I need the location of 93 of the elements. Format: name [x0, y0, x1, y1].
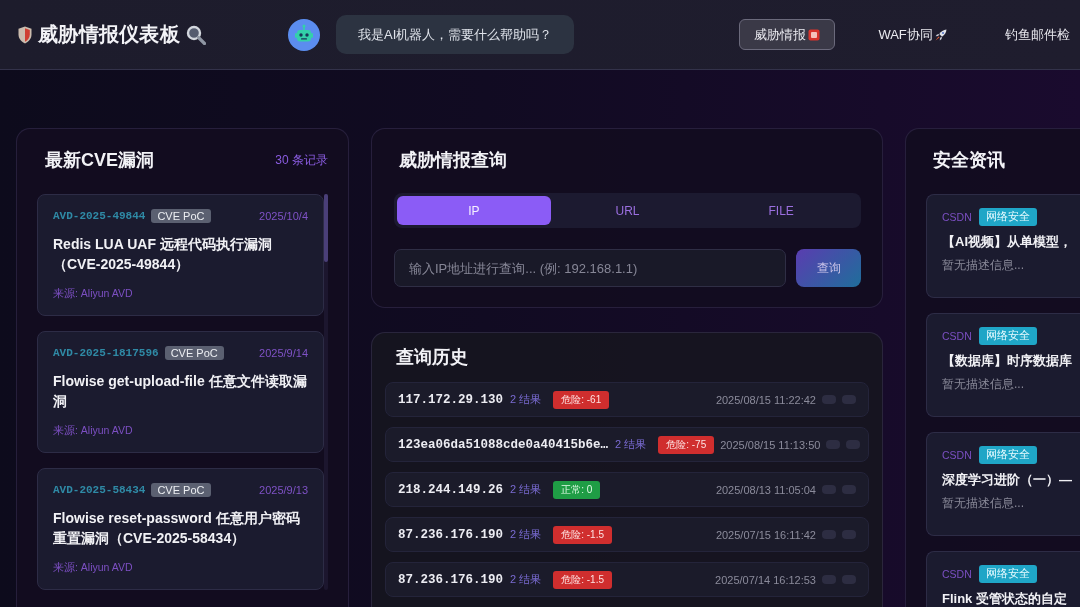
history-row[interactable]: 117.172.29.130 2 结果 危险: -61 2025/08/15 11:22:42 — [385, 382, 869, 417]
search-field[interactable]: 输入IP地址进行查询... (例: 192.168.1.1) — [394, 249, 786, 287]
cve-source: 来源: Aliyun AVD — [53, 424, 134, 438]
query-tab[interactable]: URL — [550, 196, 705, 225]
row-action-button[interactable] — [846, 440, 861, 449]
news-card[interactable]: CSDN 网络安全 【AI视频】从单模型， 暂无描述信息... — [926, 194, 1080, 298]
row-action-button[interactable] — [822, 530, 836, 539]
query-time: 2025/08/13 11:05:04 — [714, 483, 816, 496]
row-action-button[interactable] — [826, 440, 841, 449]
alert-tile-icon — [808, 28, 821, 41]
dashboard-title: 威胁情报仪表板 — [38, 22, 181, 47]
query-time: 2025/08/15 11:22:42 — [714, 393, 816, 406]
news-card[interactable]: CSDN 网络安全 【数据库】时序数据库 暂无描述信息... — [926, 313, 1080, 417]
news-card[interactable]: CSDN 网络安全 深度学习进阶（一）— 暂无描述信息... — [926, 432, 1080, 536]
panel-title: 最新CVE漏洞 — [45, 149, 154, 172]
risk-tag: 危险: -75 — [658, 435, 715, 454]
cve-id: AVD-2025-58434 — [53, 483, 146, 496]
news-title: 【数据库】时序数据库 — [942, 352, 1073, 370]
result-count: 2 结果 — [615, 437, 647, 452]
row-action-button[interactable] — [842, 575, 856, 584]
history-row[interactable]: 87.236.176.190 2 结果 危险: -1.5 2025/07/15 16:11:42 — [385, 517, 869, 552]
category-tag: 网络安全 — [978, 327, 1037, 345]
risk-tag: 正常: 0 — [553, 480, 601, 499]
category-tag: 网络安全 — [978, 446, 1037, 464]
query-tab[interactable]: IP — [397, 196, 551, 225]
cve-card[interactable]: AVD-2025-49844 CVE PoC 2025/10/4 Redis LUA UAF 远程代码执行漏洞（CVE-2025-49844） 来源: Aliyun AVD — [37, 194, 324, 316]
risk-tag: 危险: -61 — [553, 390, 610, 409]
history-row[interactable]: 123ea06da51088cde0a40415b6e… 2 结果 危险: -75 2025/08/15 11:13:50 — [385, 427, 869, 462]
query-time: 2025/07/14 16:12:53 — [714, 573, 816, 586]
nav-tab[interactable]: WAF协同 — [863, 19, 962, 50]
news-title: Flink 受管状态的自定 — [942, 590, 1068, 607]
risk-tag: 危险: -1.5 — [553, 570, 612, 589]
robot-avatar-icon[interactable] — [288, 18, 321, 51]
scrollbar-thumb[interactable] — [324, 194, 328, 262]
history-row[interactable]: 218.244.149.26 2 结果 正常: 0 2025/08/13 11:05:04 — [385, 472, 869, 507]
result-count: 2 结果 — [510, 392, 542, 407]
news-description: 暂无描述信息... — [942, 376, 1025, 392]
news-source: CSDN — [942, 330, 972, 342]
result-count: 2 结果 — [510, 572, 542, 587]
news-description: 暂无描述信息... — [942, 257, 1025, 273]
panel-title: 安全资讯 — [933, 149, 1006, 171]
poc-tag: CVE PoC — [151, 482, 211, 497]
cve-id: AVD-2025-1817596 — [53, 346, 159, 359]
history-row[interactable]: 87.236.176.190 2 结果 危险: -1.5 2025/07/14 16:12:53 — [385, 562, 869, 597]
nav-tab[interactable]: 威胁情报 — [739, 19, 836, 50]
poc-tag: CVE PoC — [151, 208, 211, 223]
row-action-button[interactable] — [822, 575, 836, 584]
news-card[interactable]: CSDN 网络安全 Flink 受管状态的自定 — [926, 551, 1080, 607]
category-tag: 网络安全 — [978, 565, 1037, 583]
panel-title: 查询历史 — [396, 347, 469, 367]
cve-card[interactable]: AVD-2025-58434 CVE PoC 2025/9/13 Flowise reset-password 任意用户密码重置漏洞（CVE-2025-58434） 来源: Aliyun AVD — [37, 468, 324, 590]
cve-id: AVD-2025-49844 — [53, 209, 146, 222]
poc-tag: CVE PoC — [164, 345, 224, 360]
query-time: 2025/07/15 16:11:42 — [714, 528, 816, 541]
shield-icon — [18, 25, 32, 44]
query-value: 218.244.149.26 — [398, 482, 504, 497]
row-action-button[interactable] — [842, 530, 856, 539]
query-value: 87.236.176.190 — [398, 572, 504, 587]
cve-date: 2025/9/14 — [259, 346, 308, 359]
rocket-icon — [934, 28, 947, 41]
chat-bubble: 我是AI机器人，需要什么帮助吗？ — [336, 15, 575, 54]
category-tag: 网络安全 — [978, 208, 1037, 226]
row-action-button[interactable] — [822, 395, 836, 404]
news-source: CSDN — [942, 568, 972, 580]
query-value: 117.172.29.130 — [398, 392, 504, 407]
query-button[interactable]: 查询 — [796, 249, 861, 287]
panel-title: 威胁情报查询 — [399, 149, 508, 171]
nav-tab[interactable]: 钓鱼邮件检 — [989, 19, 1071, 50]
query-tab[interactable]: FILE — [704, 196, 858, 225]
news-title: 【AI视频】从单模型， — [942, 233, 1073, 251]
row-action-button[interactable] — [842, 395, 856, 404]
cve-date: 2025/10/4 — [259, 209, 308, 222]
news-title: 深度学习进阶（一）— — [942, 471, 1073, 489]
result-count: 2 结果 — [510, 482, 542, 497]
query-value: 87.236.176.190 — [398, 527, 504, 542]
cve-title: Flowise reset-password 任意用户密码重置漏洞（CVE-2025-58434） — [53, 509, 301, 548]
record-count: 30 条记录 — [275, 151, 328, 169]
news-description: 暂无描述信息... — [942, 495, 1025, 511]
cve-title: Flowise get-upload-file 任意文件读取漏洞 — [53, 372, 308, 411]
row-action-button[interactable] — [842, 485, 856, 494]
cve-source: 来源: Aliyun AVD — [53, 561, 134, 575]
news-source: CSDN — [942, 449, 972, 461]
search-icon — [186, 24, 207, 45]
news-source: CSDN — [942, 211, 972, 223]
cve-date: 2025/9/13 — [259, 483, 308, 496]
cve-card[interactable]: AVD-2025-1817596 CVE PoC 2025/9/14 Flowise get-upload-file 任意文件读取漏洞 来源: Aliyun AVD — [37, 331, 324, 453]
query-value: 123ea06da51088cde0a40415b6e… — [398, 437, 609, 452]
query-time: 2025/08/15 11:13:50 — [719, 438, 821, 451]
row-action-button[interactable] — [822, 485, 836, 494]
result-count: 2 结果 — [510, 527, 542, 542]
risk-tag: 危险: -1.5 — [553, 525, 612, 544]
cve-source: 来源: Aliyun AVD — [53, 287, 134, 301]
cve-title: Redis LUA UAF 远程代码执行漏洞（CVE-2025-49844） — [53, 235, 273, 274]
